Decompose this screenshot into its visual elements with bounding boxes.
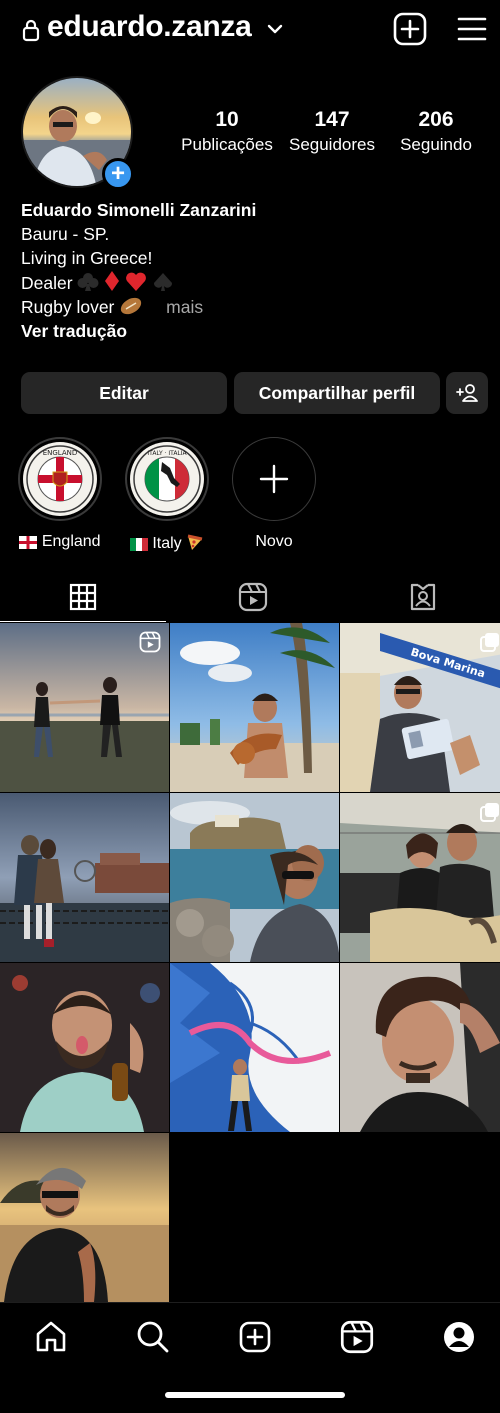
highlight-ring: ITALY · ITALIA [125, 437, 209, 521]
see-translation-link[interactable]: Ver tradução [21, 319, 481, 343]
highlight-new-label: Novo [255, 533, 293, 550]
profile-tabs [0, 572, 500, 622]
bio-text: Rugby lover [21, 297, 115, 317]
discover-people-button[interactable] [446, 372, 488, 414]
create-post-icon[interactable] [393, 12, 427, 46]
nav-home[interactable] [31, 1317, 71, 1357]
highlight-new[interactable]: Novo [229, 437, 319, 551]
nav-create[interactable] [235, 1317, 275, 1357]
carousel-icon [480, 803, 499, 822]
highlight-england-label: England [41, 533, 101, 550]
bio: Eduardo Simonelli Zanzarini Bauru - SP. … [21, 198, 481, 343]
stat-following-value: 206 [418, 108, 454, 131]
bio-line: Living in Greece! [21, 248, 153, 268]
england-badge-text: ENGLAND [43, 449, 78, 457]
highlight-ring: ENGLAND [18, 437, 102, 521]
menu-icon[interactable] [457, 15, 487, 43]
add-user-icon [456, 384, 478, 402]
italy-flag-icon [129, 538, 148, 551]
nav-profile[interactable] [439, 1317, 479, 1357]
profile-name: Eduardo Simonelli Zanzarini [21, 200, 257, 220]
post-thumbnail[interactable] [340, 793, 500, 962]
italy-badge-text: ITALY · ITALIA [147, 450, 187, 457]
rugby-ball-icon [121, 297, 142, 315]
post-thumbnail[interactable] [0, 623, 169, 792]
pizza-icon [187, 534, 203, 550]
bio-line: Bauru - SP. [21, 224, 110, 244]
tab-tagged[interactable] [340, 572, 500, 622]
top-bar: eduardo.zanza [0, 0, 500, 62]
club-suit-icon [77, 273, 99, 291]
tab-posts-grid[interactable] [0, 572, 166, 622]
post-thumbnail[interactable] [0, 793, 169, 962]
bio-more-link[interactable]: mais [166, 297, 203, 317]
bio-text: Dealer [21, 273, 73, 293]
tab-reels[interactable] [170, 572, 336, 622]
stat-following-label: Seguindo [400, 135, 472, 154]
edit-profile-button[interactable]: Editar [21, 372, 227, 414]
plus-icon [259, 464, 289, 494]
stat-followers[interactable]: 147 Seguidores [282, 108, 382, 155]
highlight-italy[interactable]: ITALY · ITALIA Italy [122, 437, 212, 553]
post-thumbnail[interactable] [170, 623, 339, 792]
lock-icon [22, 19, 40, 42]
highlight-label: England [15, 533, 105, 551]
highlight-label: Italy [122, 533, 212, 553]
diamond-suit-icon [105, 271, 120, 291]
bio-line-dealer: Dealer [21, 270, 481, 295]
england-badge-icon: ENGLAND [26, 445, 94, 513]
stat-posts: 10 Publicações [178, 108, 276, 155]
post-thumbnail[interactable] [340, 963, 500, 1132]
spade-suit-icon [154, 273, 173, 291]
reels-icon [139, 631, 161, 653]
nav-search[interactable] [133, 1317, 173, 1357]
home-icon [36, 1321, 66, 1352]
search-icon [137, 1321, 169, 1353]
highlight-italy-label: Italy [152, 535, 182, 552]
post-thumbnail[interactable] [170, 793, 339, 962]
tagged-icon [410, 583, 436, 611]
italy-badge-icon: ITALY · ITALIA [133, 445, 201, 513]
add-story-button[interactable]: + [102, 158, 134, 190]
highlight-england[interactable]: ENGLAND England [15, 437, 105, 551]
carousel-icon [480, 633, 499, 652]
heart-suit-icon [126, 272, 147, 291]
england-flag-icon [19, 536, 38, 549]
post-thumbnail[interactable] [0, 963, 169, 1132]
share-profile-button[interactable]: Compartilhar perfil [234, 372, 440, 414]
chevron-down-icon[interactable] [266, 20, 284, 38]
reels-icon [238, 582, 268, 612]
create-icon [239, 1321, 271, 1353]
home-indicator[interactable] [165, 1392, 345, 1398]
reels-icon [340, 1320, 374, 1354]
username-switcher[interactable]: eduardo.zanza [47, 10, 252, 44]
bio-line-rugby: Rugby lover mais [21, 295, 481, 319]
post-thumbnail[interactable] [170, 963, 339, 1132]
grid-icon [69, 583, 97, 610]
stat-posts-value: 10 [215, 108, 239, 131]
stat-following[interactable]: 206 Seguindo [392, 108, 480, 155]
post-thumbnail[interactable]: Bova Marina [340, 623, 500, 792]
post-thumbnail[interactable] [0, 1133, 169, 1302]
nav-reels[interactable] [337, 1317, 377, 1357]
profile-icon [444, 1322, 474, 1352]
stat-followers-value: 147 [314, 108, 350, 131]
highlight-ring [232, 437, 316, 521]
stat-posts-label: Publicações [181, 135, 273, 154]
stat-followers-label: Seguidores [288, 135, 375, 154]
